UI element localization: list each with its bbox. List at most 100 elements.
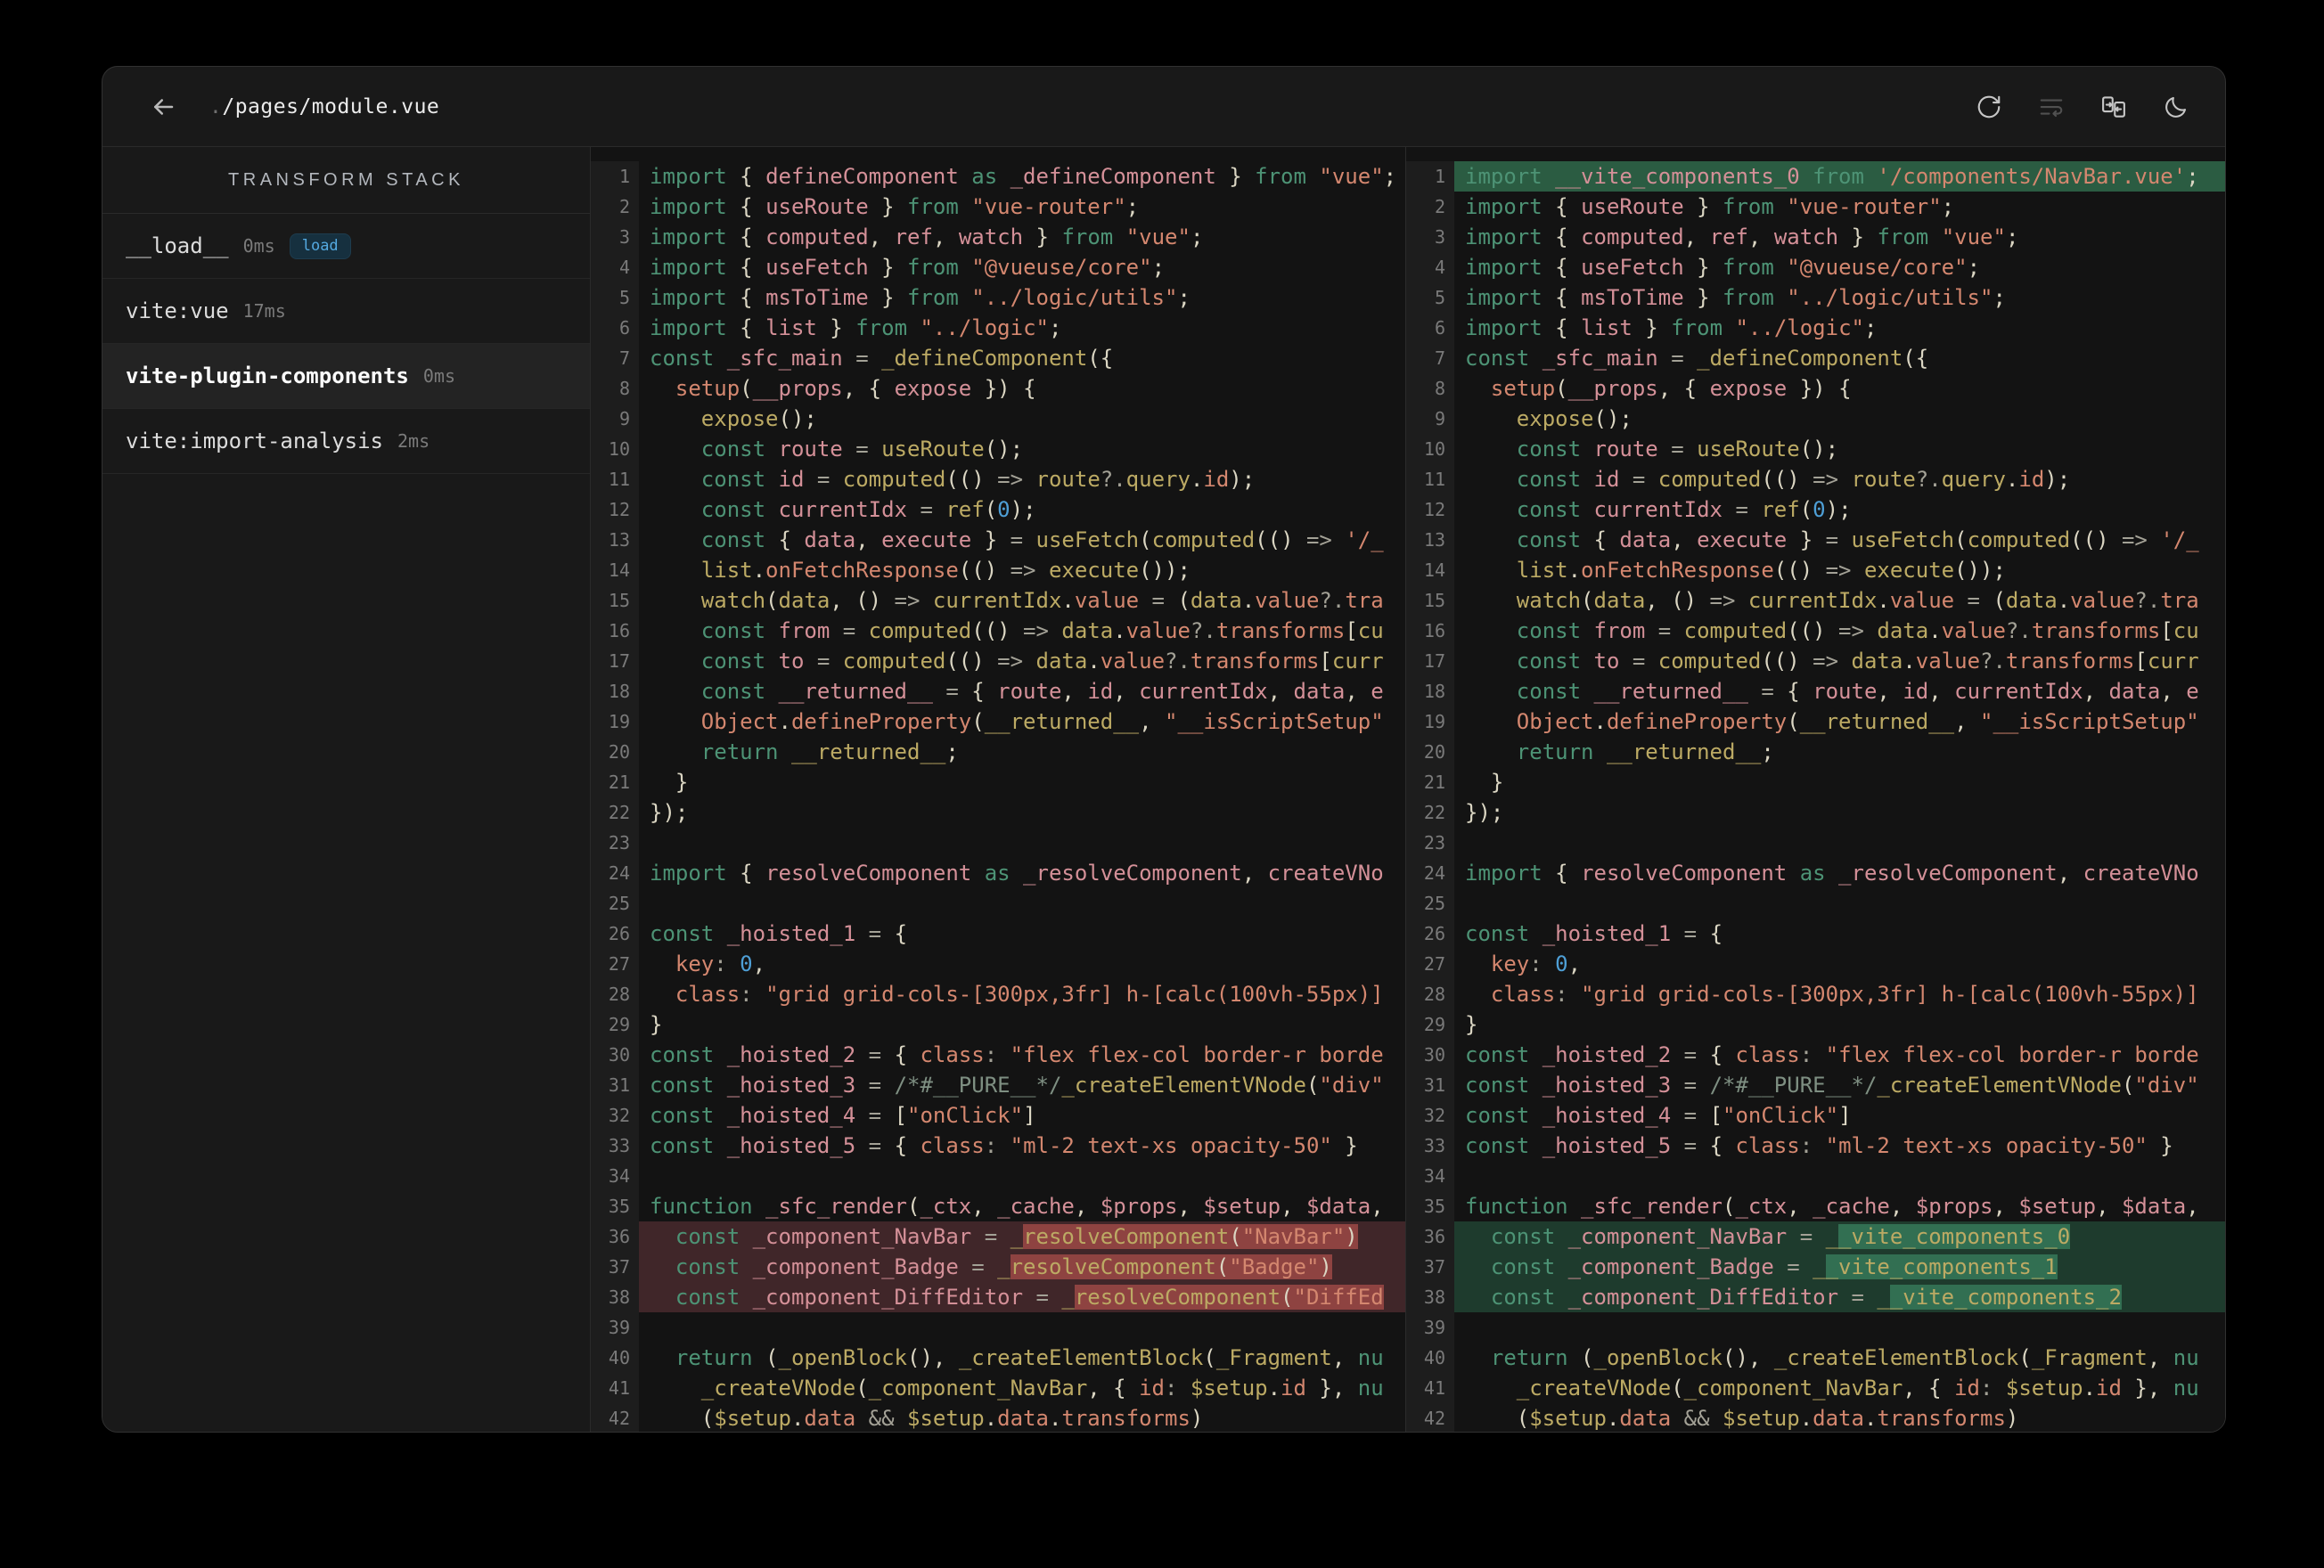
line-number: 5: [1406, 282, 1454, 313]
code-line: 22});: [591, 797, 1405, 828]
code-content: const _hoisted_1 = {: [1465, 921, 1723, 946]
line-number: 3: [591, 222, 639, 252]
line-number: 37: [1406, 1252, 1454, 1282]
code-line: 16 const from = computed(() => data.valu…: [1406, 616, 2225, 646]
code-content: const from = computed(() => data.value?.…: [1516, 618, 2199, 643]
line-number: 32: [1406, 1100, 1454, 1131]
split-diff-button[interactable]: [2099, 92, 2129, 122]
code-line: 35 function _sfc_render(_ctx, _cache, $pr…: [591, 1191, 1405, 1221]
code-content: const id = computed(() => route?.query.i…: [700, 467, 1256, 492]
code-line: 31 const _hoisted_3 = /*#__PURE__*/_creat…: [591, 1070, 1405, 1100]
line-number: 23: [1406, 828, 1454, 858]
code-line: 23: [591, 828, 1405, 858]
code-line: 36 const _component_NavBar = __vite_comp…: [1406, 1221, 2225, 1252]
code-content: setup(__props, { expose }) {: [675, 376, 1036, 401]
line-number: 28: [1406, 979, 1454, 1009]
code-content: ($setup.data && $setup.data.transforms): [650, 1406, 1204, 1431]
code-content: [1454, 1312, 2225, 1343]
code-line: 21 }: [591, 767, 1405, 797]
diff-pane-transformed[interactable]: 1 import __vite_components_0 from '/compo…: [1405, 147, 2225, 1432]
code-line: 11 const id = computed(() => route?.quer…: [591, 464, 1405, 494]
split-diff-icon: [2102, 95, 2125, 118]
code-line: 1 import { defineComponent as _defineComp…: [591, 161, 1405, 192]
diff-pane-original[interactable]: 1 import { defineComponent as _defineComp…: [591, 147, 1405, 1432]
code-line: 33 const _hoisted_5 = { class: "ml-2 text…: [1406, 1131, 2225, 1161]
code-line: 10 const route = useRoute();: [591, 434, 1405, 464]
code-content: list.onFetchResponse(() => execute());: [700, 558, 1191, 583]
code-content: import { defineComponent as _defineCompo…: [650, 164, 1397, 189]
title-prefix: .: [209, 94, 223, 118]
line-number: 16: [1406, 616, 1454, 646]
code-content: import { useFetch } from "@vueuse/core";: [650, 255, 1166, 280]
code-content: return __returned__;: [700, 739, 959, 764]
wrap-text-button[interactable]: [2036, 92, 2066, 122]
code-line: 26 const _hoisted_1 = {: [591, 919, 1405, 949]
code-content: import { useRoute } from "vue-router";: [650, 194, 1140, 219]
line-number: 22: [1406, 797, 1454, 828]
line-number: 28: [591, 979, 639, 1009]
code-line: 20 return __returned__;: [591, 737, 1405, 767]
line-number: 29: [591, 1009, 639, 1040]
transform-stack-sidebar: TRANSFORM STACK __load__ 0ms load vite:vue 1…: [102, 147, 591, 1432]
code-line: 23: [1406, 828, 2225, 858]
line-number: 41: [1406, 1373, 1454, 1403]
transform-stack-item[interactable]: vite:vue 17ms: [102, 279, 590, 344]
code-content: import { useRoute } from "vue-router";: [1465, 194, 1955, 219]
code-content: }: [650, 1012, 663, 1037]
line-number: 33: [591, 1131, 639, 1161]
code-line: 15 watch(data, () => currentIdx.value = …: [591, 585, 1405, 616]
line-number: 23: [591, 828, 639, 858]
line-number: 35: [591, 1191, 639, 1221]
line-number: 25: [1406, 888, 1454, 919]
transform-stack-item[interactable]: __load__ 0ms load: [102, 214, 590, 279]
code-content: });: [650, 800, 689, 825]
code-content: watch(data, () => currentIdx.value = (da…: [1516, 588, 2199, 613]
code-line: 18 const __returned__ = { route, id, cur…: [591, 676, 1405, 706]
refresh-button[interactable]: [1974, 92, 2004, 122]
code-content: function _sfc_render(_ctx, _cache, $prop…: [1465, 1194, 2199, 1219]
code-content: _createVNode(_component_NavBar, { id: $s…: [700, 1376, 1384, 1401]
transform-stack-item[interactable]: vite:import-analysis 2ms: [102, 409, 590, 474]
code-line: 30 const _hoisted_2 = { class: "flex flex…: [591, 1040, 1405, 1070]
code-content: const _hoisted_5 = { class: "ml-2 text-x…: [650, 1133, 1358, 1158]
code-line: 6 import { list } from "../logic";: [591, 313, 1405, 343]
code-line: 12 const currentIdx = ref(0);: [1406, 494, 2225, 525]
line-number: 11: [1406, 464, 1454, 494]
transform-stack-item[interactable]: vite-plugin-components 0ms: [102, 344, 590, 409]
code-content: import { msToTime } from "../logic/utils…: [650, 285, 1191, 310]
dark-mode-toggle[interactable]: [2161, 92, 2191, 122]
code-line: 13 const { data, execute } = useFetch(co…: [1406, 525, 2225, 555]
code-content: import { computed, ref, watch } from "vu…: [650, 225, 1204, 249]
code-line: 17 const to = computed(() => data.value?…: [1406, 646, 2225, 676]
code-content: key: 0,: [1490, 951, 1582, 976]
code-line: 1 import __vite_components_0 from '/compo…: [1406, 161, 2225, 192]
code-content: import { list } from "../logic";: [650, 315, 1062, 340]
transform-stack-list: __load__ 0ms load vite:vue 17ms vite-plugin-c…: [102, 214, 590, 474]
line-number: 2: [1406, 192, 1454, 222]
back-button[interactable]: [145, 89, 181, 125]
code-line: 38 const _component_DiffEditor = _resolv…: [591, 1282, 1405, 1312]
line-number: 31: [1406, 1070, 1454, 1100]
code-content: import { useFetch } from "@vueuse/core";: [1465, 255, 1981, 280]
code-line: 6 import { list } from "../logic";: [1406, 313, 2225, 343]
line-number: 9: [1406, 404, 1454, 434]
line-number: 4: [1406, 252, 1454, 282]
arrow-left-icon: [154, 98, 174, 115]
code-line: 7 const _sfc_main = _defineComponent({: [591, 343, 1405, 373]
code-line: 7 const _sfc_main = _defineComponent({: [1406, 343, 2225, 373]
code-line: 27 key: 0,: [591, 949, 1405, 979]
line-number: 30: [591, 1040, 639, 1070]
code-line: 37 const _component_Badge = __vite_compo…: [1406, 1252, 2225, 1282]
code-line: 29}: [1406, 1009, 2225, 1040]
moon-icon: [2165, 96, 2187, 118]
code-line: 32 const _hoisted_4 = ["onClick"]: [1406, 1100, 2225, 1131]
code-line: 14 list.onFetchResponse(() => execute())…: [1406, 555, 2225, 585]
line-number: 37: [591, 1252, 639, 1282]
code-content: const _component_DiffEditor = __vite_com…: [1454, 1282, 2225, 1312]
line-number: 39: [1406, 1312, 1454, 1343]
code-content: function _sfc_render(_ctx, _cache, $prop…: [650, 1194, 1384, 1219]
line-number: 14: [591, 555, 639, 585]
code-content: [639, 888, 1405, 919]
code-line: 12 const currentIdx = ref(0);: [591, 494, 1405, 525]
line-number: 27: [591, 949, 639, 979]
